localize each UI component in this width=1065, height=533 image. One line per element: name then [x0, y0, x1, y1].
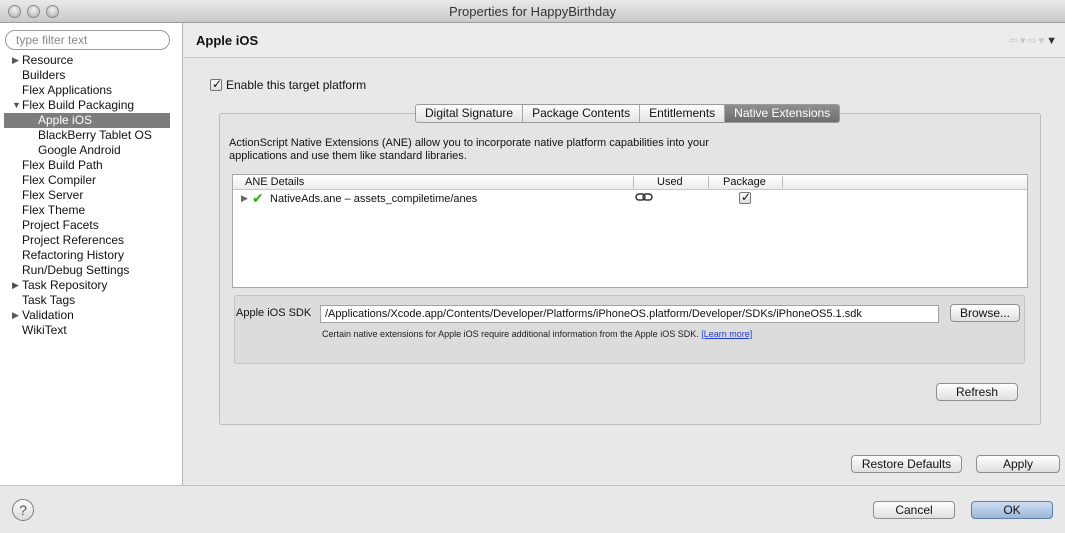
sidebar-item-label: Resource [22, 53, 74, 67]
sdk-path-input[interactable] [320, 305, 939, 323]
sidebar-item[interactable]: Run/Debug Settings [0, 263, 182, 278]
sidebar-item-label: Flex Build Packaging [22, 98, 135, 112]
sidebar-item-label: Project References [22, 233, 125, 247]
title-bar: Properties for HappyBirthday [0, 0, 1065, 23]
tab-native-extensions[interactable]: Native Extensions [725, 105, 840, 122]
sidebar-item[interactable]: BlackBerry Tablet OS [0, 128, 182, 143]
help-button[interactable]: ? [12, 499, 34, 521]
help-icon: ? [19, 502, 27, 518]
expand-arrow-icon[interactable]: ▶ [241, 193, 248, 204]
ane-details-cell: NativeAds.ane – assets_compiletime/anes [270, 193, 478, 205]
bottom-divider [0, 485, 1065, 486]
sidebar-item-label: Task Tags [22, 293, 76, 307]
sidebar-item-label: Google Android [38, 143, 121, 157]
enable-platform-checkbox[interactable]: ✓ [210, 76, 223, 91]
column-divider [782, 176, 783, 188]
sidebar-item[interactable]: Builders [0, 68, 182, 83]
sidebar-item[interactable]: ▶ Resource [0, 53, 182, 68]
page-header: Apple iOS ⇦▾⇨▾▼ [184, 23, 1065, 58]
window-title: Properties for HappyBirthday [449, 4, 616, 19]
checkmark-icon: ✓ [212, 76, 223, 91]
package-checkbox[interactable]: ✓ [739, 190, 752, 205]
enable-platform-label: Enable this target platform [226, 77, 367, 92]
link-icon [635, 192, 653, 205]
tree-expand-arrow-icon[interactable]: ▶ [12, 308, 19, 323]
ane-description: ActionScript Native Extensions (ANE) all… [229, 137, 709, 162]
sidebar-item-label: Flex Server [22, 188, 84, 202]
column-divider [633, 176, 634, 188]
browse-button[interactable]: Browse... [950, 304, 1020, 322]
sidebar-item[interactable]: Apple iOS [4, 113, 170, 128]
sdk-note-text: Certain native extensions for Apple iOS … [322, 329, 699, 339]
sdk-note: Certain native extensions for Apple iOS … [322, 329, 752, 339]
property-tree: ▶ Resource Builders Flex Applications ▼ Flex … [0, 53, 182, 338]
package-checkbox-cell[interactable]: ✓ [739, 190, 752, 205]
table-row[interactable]: ▶ ✔ NativeAds.ane – assets_compiletime/a… [233, 190, 1027, 208]
tab-digital-signature[interactable]: Digital Signature [416, 105, 524, 122]
ane-table[interactable]: ANE Details Used Package ▶ ✔ NativeAds.a… [232, 174, 1028, 288]
sidebar-item[interactable]: Flex Build Path [0, 158, 182, 173]
sidebar-item[interactable]: WikiText [0, 323, 182, 338]
tab-package-contents[interactable]: Package Contents [523, 105, 641, 122]
view-menu-icon[interactable]: ▼ [1046, 35, 1059, 47]
back-arrow-icon[interactable]: ⇦▾ [1009, 35, 1028, 47]
sidebar-item[interactable]: ▶ Validation [0, 308, 182, 323]
refresh-button[interactable]: Refresh [936, 383, 1018, 401]
sidebar-item-label: Task Repository [22, 278, 108, 292]
tree-expand-arrow-icon[interactable]: ▶ [12, 53, 19, 68]
checkmark-icon: ✓ [741, 190, 752, 205]
sidebar-item-label: Flex Theme [22, 203, 86, 217]
learn-more-link[interactable]: [Learn more] [701, 329, 752, 339]
sidebar-item-label: Builders [22, 68, 66, 82]
table-header: ANE Details Used Package [233, 175, 1027, 190]
apply-button[interactable]: Apply [976, 455, 1060, 473]
ok-button[interactable]: OK [971, 501, 1053, 519]
sidebar-item-label: Validation [22, 308, 74, 322]
sidebar-item-label: Flex Applications [22, 83, 113, 97]
sidebar-item[interactable]: Project Facets [0, 218, 182, 233]
sidebar-item-label: Refactoring History [22, 248, 125, 262]
sidebar: ▶ResourceBuildersFlex Applications▼Flex … [0, 23, 183, 485]
sidebar-item[interactable]: ▼ Flex Build Packaging [0, 98, 182, 113]
restore-defaults-button[interactable]: Restore Defaults [851, 455, 962, 473]
sidebar-item-label: Flex Compiler [22, 173, 97, 187]
tab-bar: Digital Signature Package Contents Entit… [415, 104, 841, 123]
nav-controls: ⇦▾⇨▾▼ [1009, 34, 1059, 47]
sidebar-item[interactable]: Project References [0, 233, 182, 248]
column-header-used[interactable]: Used [657, 175, 683, 190]
tab-entitlements[interactable]: Entitlements [640, 105, 726, 122]
sidebar-item[interactable]: Flex Compiler [0, 173, 182, 188]
tree-expand-arrow-icon[interactable]: ▼ [12, 98, 21, 113]
sidebar-item-label: WikiText [22, 323, 67, 337]
page-title: Apple iOS [196, 33, 259, 48]
sidebar-item-label: Project Facets [22, 218, 99, 232]
sidebar-item[interactable]: Flex Theme [0, 203, 182, 218]
sdk-label: Apple iOS SDK [236, 307, 312, 319]
column-divider [708, 176, 709, 188]
sidebar-item[interactable]: Flex Applications [0, 83, 182, 98]
column-header-package[interactable]: Package [723, 175, 766, 190]
cancel-button[interactable]: Cancel [873, 501, 955, 519]
sidebar-item[interactable]: ▶ Task Repository [0, 278, 182, 293]
enable-platform-row[interactable]: ✓ Enable this target platform [210, 77, 366, 92]
tree-expand-arrow-icon[interactable]: ▶ [12, 278, 19, 293]
sidebar-item-label: BlackBerry Tablet OS [38, 128, 152, 142]
sidebar-item[interactable]: Task Tags [0, 293, 182, 308]
forward-arrow-icon[interactable]: ⇨▾ [1027, 35, 1046, 47]
sidebar-item[interactable]: Google Android [0, 143, 182, 158]
valid-check-icon: ✔ [252, 190, 264, 206]
sidebar-item-label: Run/Debug Settings [22, 263, 130, 277]
filter-input[interactable] [5, 30, 170, 50]
sidebar-item-label: Flex Build Path [22, 158, 103, 172]
sidebar-item-label: Apple iOS [38, 113, 93, 127]
sidebar-item[interactable]: Refactoring History [0, 248, 182, 263]
sidebar-item[interactable]: Flex Server [0, 188, 182, 203]
column-header-details[interactable]: ANE Details [245, 175, 304, 190]
